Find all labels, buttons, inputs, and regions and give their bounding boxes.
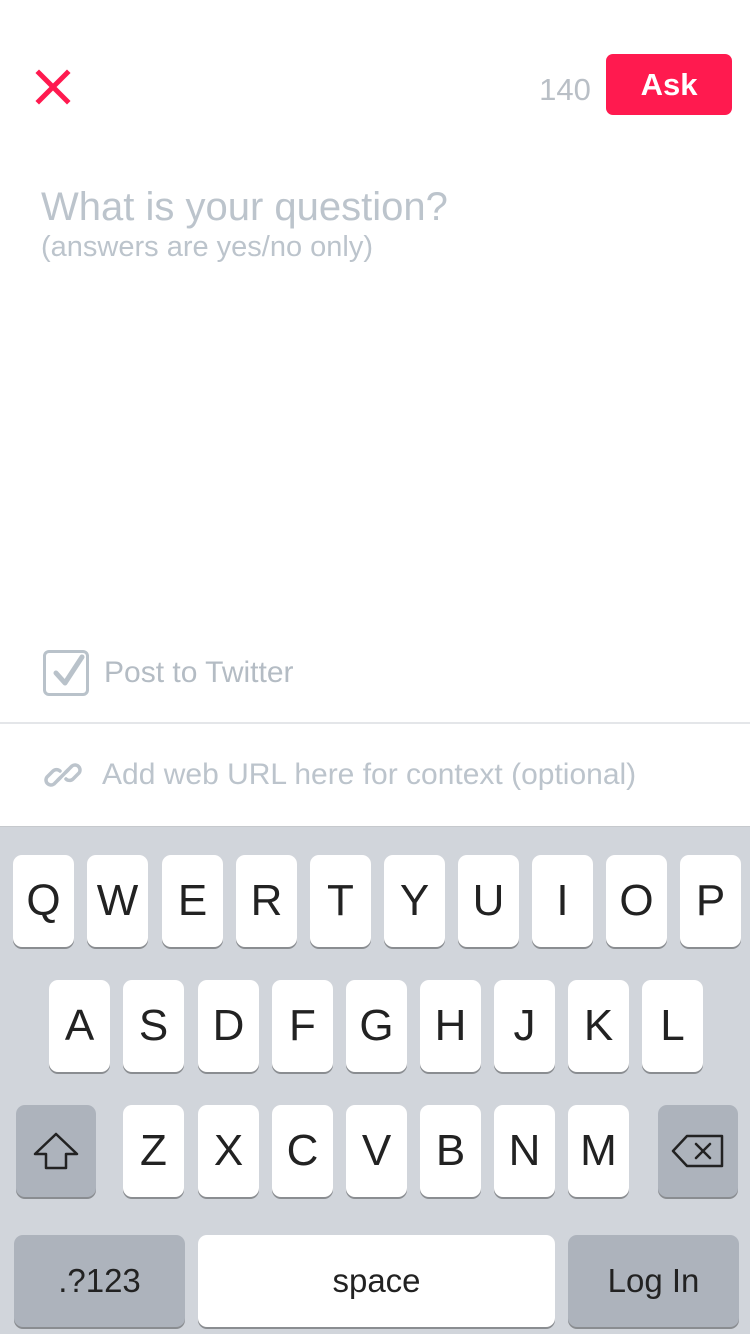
key-y[interactable]: Y [384,855,445,947]
ask-button[interactable]: Ask [606,54,732,115]
key-b[interactable]: B [420,1105,481,1197]
character-counter: 140 [539,72,591,107]
question-input[interactable]: What is your question? (answers are yes/… [41,184,711,264]
key-x[interactable]: X [198,1105,259,1197]
key-h[interactable]: H [420,980,481,1072]
twitter-checkbox[interactable] [43,650,89,696]
key-q[interactable]: Q [13,855,74,947]
key-u[interactable]: U [458,855,519,947]
post-to-twitter-toggle[interactable]: Post to Twitter [43,650,294,696]
close-button[interactable] [32,66,74,108]
shift-key[interactable] [16,1105,96,1197]
key-s[interactable]: S [123,980,184,1072]
key-n[interactable]: N [494,1105,555,1197]
close-x-icon [35,69,71,105]
url-input[interactable] [102,758,702,792]
question-placeholder: What is your question? [41,185,448,229]
backspace-icon [671,1134,724,1168]
key-a[interactable]: A [49,980,110,1072]
key-g[interactable]: G [346,980,407,1072]
url-row [44,752,702,798]
key-r[interactable]: R [236,855,297,947]
question-hint: (answers are yes/no only) [41,231,374,263]
key-f[interactable]: F [272,980,333,1072]
key-o[interactable]: O [606,855,667,947]
keyboard: Q W E R T Y U I O P A S D F G H J K L Z … [0,826,750,1334]
numbers-key[interactable]: .?123 [14,1235,185,1327]
shift-arrow-icon [33,1132,79,1170]
key-k[interactable]: K [568,980,629,1072]
key-t[interactable]: T [310,855,371,947]
backspace-key[interactable] [658,1105,738,1197]
twitter-label: Post to Twitter [104,656,294,689]
key-m[interactable]: M [568,1105,629,1197]
checkmark-icon [53,654,85,686]
key-v[interactable]: V [346,1105,407,1197]
key-p[interactable]: P [680,855,741,947]
link-icon [44,763,82,787]
space-key[interactable]: space [198,1235,555,1327]
key-l[interactable]: L [642,980,703,1072]
key-c[interactable]: C [272,1105,333,1197]
login-key[interactable]: Log In [568,1235,739,1327]
key-e[interactable]: E [162,855,223,947]
key-j[interactable]: J [494,980,555,1072]
key-w[interactable]: W [87,855,148,947]
key-d[interactable]: D [198,980,259,1072]
divider [0,722,750,724]
key-z[interactable]: Z [123,1105,184,1197]
key-i[interactable]: I [532,855,593,947]
